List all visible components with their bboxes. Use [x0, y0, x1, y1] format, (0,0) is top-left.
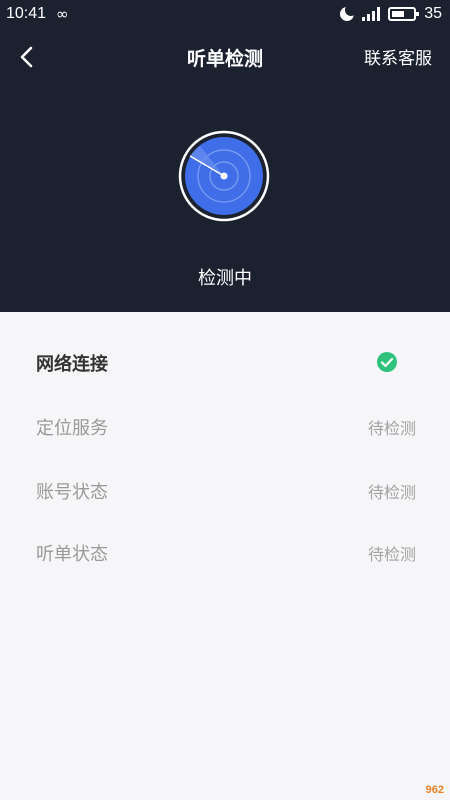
status-time: 10:41: [6, 5, 47, 22]
check-row-location: 定位服务 待检测: [0, 396, 450, 456]
battery-icon: [388, 7, 420, 21]
check-label: 定位服务: [36, 418, 108, 439]
check-circle-icon: [377, 352, 397, 372]
check-row-network: 网络连接: [0, 332, 450, 392]
battery-level: 35: [424, 5, 442, 22]
check-state: 待检测: [367, 483, 416, 502]
check-row-account: 账号状态 待检测: [0, 460, 450, 520]
signal-icon: [362, 7, 381, 21]
check-row-order-listening: 听单状态 待检测: [0, 522, 450, 582]
status-indicators: 35: [340, 3, 442, 25]
status-bar: 10:41 ∞ 35: [0, 0, 450, 30]
check-label: 账号状态: [36, 482, 108, 503]
header-panel: 10:41 ∞ 35 听单检测 联系客服 检测中: [0, 0, 450, 312]
check-state: 待检测: [367, 545, 416, 564]
scan-status-text: 检测中: [198, 268, 252, 289]
infinity-icon: ∞: [56, 5, 68, 23]
radar-icon: [178, 130, 270, 222]
do-not-disturb-icon: [340, 4, 358, 21]
watermark: 962: [425, 784, 444, 796]
check-label: 听单状态: [36, 544, 108, 565]
check-state: 待检测: [367, 419, 416, 438]
nav-bar: 听单检测 联系客服: [0, 30, 450, 82]
contact-service-link[interactable]: 联系客服: [364, 44, 432, 69]
check-label: 网络连接: [36, 354, 108, 375]
